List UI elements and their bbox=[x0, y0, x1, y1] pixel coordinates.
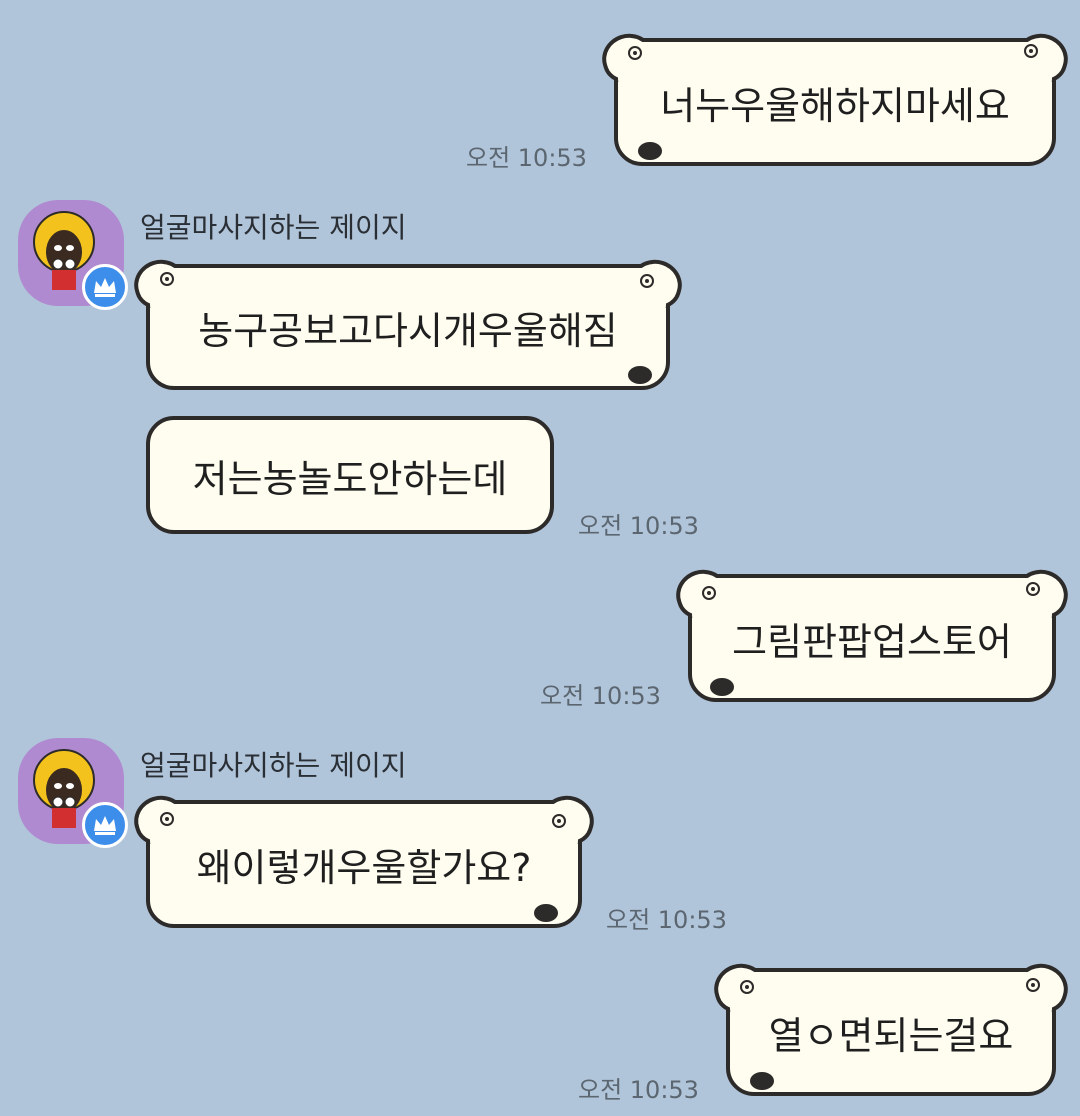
sender-name: 얼굴마사지하는 제이지 bbox=[140, 211, 407, 244]
crown-icon bbox=[94, 816, 116, 835]
bubble-nose-icon bbox=[638, 142, 662, 160]
message-text: 너누우울해하지마세요 bbox=[660, 83, 1010, 128]
message-text: 농구공보고다시개우울해짐 bbox=[198, 308, 618, 353]
bubble-eye-icon bbox=[702, 586, 716, 600]
sender-name: 얼굴마사지하는 제이지 bbox=[140, 749, 407, 782]
bubble-eye-icon bbox=[160, 812, 174, 826]
message-text: 저는농놀도안하는데 bbox=[192, 456, 508, 501]
message-time: 오전 10:53 bbox=[578, 512, 699, 540]
message-text: 열ㅇ면되는걸요 bbox=[768, 1013, 1014, 1058]
bubble-eye-icon bbox=[1026, 582, 1040, 596]
message-time: 오전 10:53 bbox=[466, 144, 587, 172]
bubble-nose-icon bbox=[710, 678, 734, 696]
chat-room: 너누우울해하지마세요 오전 10:53 얼굴마사지하는 제이지 농구공보고다시개… bbox=[0, 0, 1080, 1116]
message-time: 오전 10:53 bbox=[578, 1076, 699, 1104]
bubble-eye-icon bbox=[740, 980, 754, 994]
bubble-eye-icon bbox=[640, 274, 654, 288]
message-time: 오전 10:53 bbox=[606, 906, 727, 934]
message-bubble-sent[interactable]: 그림판팝업스토어 bbox=[669, 563, 1075, 702]
message-bubble-sent[interactable]: 열ㅇ면되는걸요 bbox=[707, 957, 1075, 1096]
bubble-eye-icon bbox=[160, 272, 174, 286]
message-time: 오전 10:53 bbox=[540, 682, 661, 710]
crown-badge bbox=[82, 802, 128, 848]
message-bubble-received[interactable]: 농구공보고다시개우울해짐 bbox=[127, 253, 689, 390]
crown-icon bbox=[94, 278, 116, 297]
bubble-nose-icon bbox=[750, 1072, 774, 1090]
bubble-nose-icon bbox=[534, 904, 558, 922]
bubble-eye-icon bbox=[552, 814, 566, 828]
message-text: 왜이렇개우울할가요? bbox=[196, 845, 532, 890]
bubble-eye-icon bbox=[628, 46, 642, 60]
crown-badge bbox=[82, 264, 128, 310]
bubble-nose-icon bbox=[628, 366, 652, 384]
bubble-eye-icon bbox=[1026, 978, 1040, 992]
bubble-eye-icon bbox=[1024, 44, 1038, 58]
message-text: 그림판팝업스토어 bbox=[732, 619, 1012, 664]
message-bubble-received[interactable]: 왜이렇개우울할가요? bbox=[127, 789, 601, 928]
message-bubble-sent[interactable]: 너누우울해하지마세요 bbox=[595, 27, 1075, 166]
message-bubble-received[interactable]: 저는농놀도안하는데 bbox=[146, 416, 554, 534]
